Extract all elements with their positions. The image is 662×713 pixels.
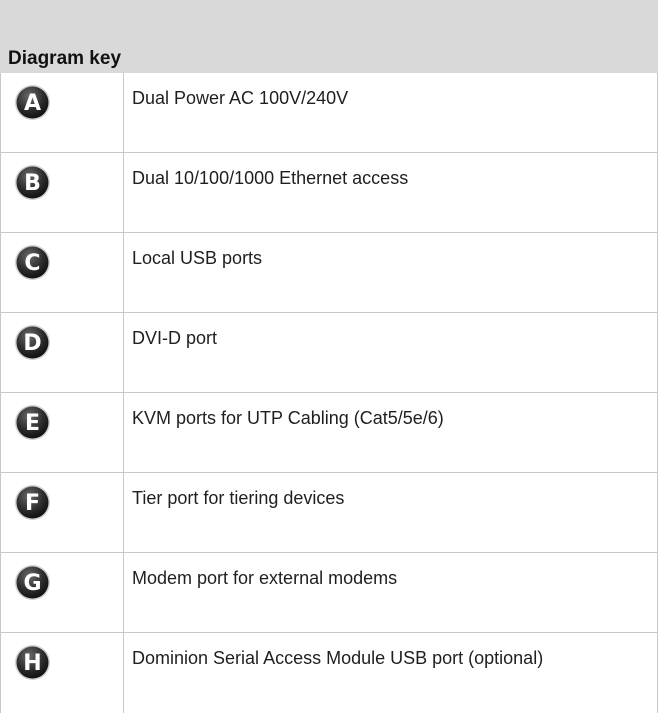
table-row: B Dual 10/100/1000 Ethernet access	[0, 153, 658, 233]
letter-c-circle-icon: C	[14, 244, 51, 281]
row-description: Tier port for tiering devices	[132, 488, 345, 508]
letter-d-circle-icon: D	[14, 324, 51, 361]
table-row: D DVI-D port	[0, 313, 658, 393]
row-description: Dual Power AC 100V/240V	[132, 88, 349, 108]
diagram-key-table: Diagram key A Dual Power AC 100V/240V B Dua…	[0, 0, 658, 713]
row-description: Local USB ports	[132, 248, 263, 268]
badge-letter: A	[24, 91, 41, 116]
letter-h-circle-icon: H	[14, 644, 51, 681]
letter-e-circle-icon: E	[14, 404, 51, 441]
row-description: KVM ports for UTP Cabling (Cat5/5e/6)	[132, 408, 444, 428]
table-row: F Tier port for tiering devices	[0, 473, 658, 553]
table-header: Diagram key	[0, 0, 658, 73]
badge-letter: F	[25, 491, 40, 516]
row-description: Dominion Serial Access Module USB port (…	[132, 648, 544, 668]
row-description: Modem port for external modems	[132, 568, 398, 588]
badge-letter: B	[24, 171, 41, 196]
badge-letter: C	[24, 251, 40, 276]
table-row: A Dual Power AC 100V/240V	[0, 73, 658, 153]
badge-letter: G	[23, 571, 41, 596]
letter-a-circle-icon: A	[14, 84, 51, 121]
table-row: C Local USB ports	[0, 233, 658, 313]
table-title: Diagram key	[8, 48, 122, 69]
letter-b-circle-icon: B	[14, 164, 51, 201]
badge-letter: H	[23, 651, 41, 676]
badge-letter: D	[23, 331, 41, 356]
table-row: G Modem port for external modems	[0, 553, 658, 633]
table-row: H Dominion Serial Access Module USB port …	[0, 633, 658, 713]
row-description: DVI-D port	[132, 328, 218, 348]
table-row: E KVM ports for UTP Cabling (Cat5/5e/6)	[0, 393, 658, 473]
badge-letter: E	[25, 411, 40, 436]
letter-f-circle-icon: F	[14, 484, 51, 521]
row-description: Dual 10/100/1000 Ethernet access	[132, 168, 409, 188]
letter-g-circle-icon: G	[14, 564, 51, 601]
